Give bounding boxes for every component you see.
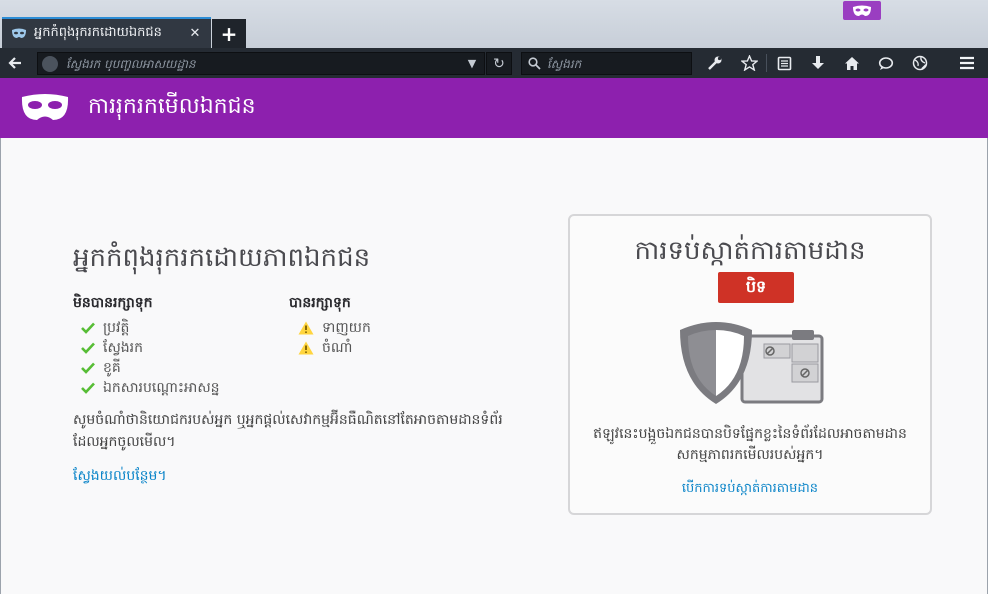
checkmark-icon xyxy=(81,322,95,334)
url-history-dropdown-icon[interactable]: ▼ xyxy=(464,57,480,70)
list-item-label: ខូគី xyxy=(103,359,121,376)
back-arrow-icon xyxy=(8,57,21,69)
warning-icon xyxy=(298,341,314,355)
private-mask-icon xyxy=(10,27,28,41)
checkmark-icon xyxy=(81,342,95,354)
tracking-protection-description: ឥឡូវនេះបង្អួចឯកជនបានបិទផ្នែកខ្លះនៃទំព័រដ… xyxy=(593,426,907,463)
toolbar-icons xyxy=(698,48,937,78)
open-menu-button[interactable] xyxy=(952,48,982,78)
list-item: ខូគី xyxy=(81,358,220,378)
home-icon xyxy=(845,56,859,70)
tracking-protection-button[interactable] xyxy=(903,48,937,78)
saved-heading: បានរក្សាទុក xyxy=(289,295,351,311)
reload-button[interactable]: ↻ xyxy=(486,52,512,75)
list-item-label: ប្រវត្តិ xyxy=(103,319,130,336)
shield-blocking-illustration-icon xyxy=(680,322,824,404)
checkmark-icon xyxy=(81,362,95,374)
list-item-label: ចំណាំ xyxy=(322,339,353,356)
url-bar[interactable]: ▼ xyxy=(37,52,485,75)
list-item: ទាញយក xyxy=(298,318,371,338)
reading-list-button[interactable] xyxy=(767,48,801,78)
page-title: ការរុករកមើលឯកជន xyxy=(88,94,256,119)
not-saved-list: ប្រវត្តិ ស្វែងរក ខូគី ឯកសារបណ្ដោះអាសន្ន xyxy=(81,318,220,398)
list-item: ស្វែងរក xyxy=(81,338,220,358)
new-tab-button[interactable]: + xyxy=(212,19,246,48)
tab-title: អ្នកកំពុងរុករកដោយឯកជន xyxy=(34,25,162,40)
list-item: ចំណាំ xyxy=(298,338,371,358)
download-icon xyxy=(812,56,824,69)
url-input[interactable] xyxy=(66,56,464,71)
home-button[interactable] xyxy=(835,48,869,78)
chat-icon xyxy=(878,56,894,70)
developer-tools-button[interactable] xyxy=(698,48,732,78)
list-item: ឯកសារបណ្ដោះអាសន្ន xyxy=(81,378,220,398)
saved-list: ទាញយក ចំណាំ xyxy=(298,318,371,358)
private-mask-icon xyxy=(21,94,69,120)
back-button[interactable] xyxy=(0,48,30,78)
list-item-label: ទាញយក xyxy=(322,319,371,336)
tracking-globe-icon xyxy=(912,55,928,71)
tab-private-browsing[interactable]: អ្នកកំពុងរុករកដោយឯកជន ✕ xyxy=(2,17,211,48)
tracking-protection-toggle-button[interactable]: បិទ xyxy=(718,272,794,303)
warning-icon xyxy=(298,321,314,335)
reading-list-icon xyxy=(777,56,791,70)
private-browsing-indicator-icon xyxy=(843,1,881,20)
site-identity-icon[interactable] xyxy=(42,55,58,72)
tracking-protection-card: ការទប់ស្កាត់ការតាមដាន បិទ ឥឡូវនេះបង្អួចឯ… xyxy=(568,214,932,515)
chat-button[interactable] xyxy=(869,48,903,78)
tracking-protection-title: ការទប់ស្កាត់ការតាមដាន xyxy=(634,236,866,266)
search-bar[interactable] xyxy=(521,52,692,75)
bookmark-button[interactable] xyxy=(732,48,766,78)
privacy-description: សូមចំណាំថានិយោជករបស់អ្នក ឬអ្នកផ្ដល់សេវាក… xyxy=(73,412,503,450)
list-item-label: ស្វែងរក xyxy=(103,339,143,356)
list-item: ប្រវត្តិ xyxy=(81,318,220,338)
hamburger-menu-icon xyxy=(960,56,974,70)
private-browsing-content: អ្នកកំពុងរុករកដោយភាពឯកជន មិនបានរក្សាទុក … xyxy=(0,138,988,594)
not-saved-heading: មិនបានរក្សាទុក xyxy=(73,295,153,311)
close-tab-icon[interactable]: ✕ xyxy=(187,26,203,41)
checkmark-icon xyxy=(81,382,95,394)
list-item-label: ឯកសារបណ្ដោះអាសន្ន xyxy=(103,379,220,396)
search-icon xyxy=(528,57,541,70)
search-input[interactable] xyxy=(547,56,685,71)
wrench-icon xyxy=(708,56,722,70)
downloads-button[interactable] xyxy=(801,48,835,78)
learn-more-link[interactable]: ស្វែងយល់បន្ថែម។ xyxy=(73,466,167,487)
main-heading: អ្នកកំពុងរុករកដោយភាពឯកជន xyxy=(73,243,371,273)
bookmark-star-icon xyxy=(740,55,758,71)
private-browsing-header: ការរុករកមើលឯកជន xyxy=(0,78,988,138)
turn-on-tracking-protection-link[interactable]: បើកការទប់ស្កាត់ការតាមដាន xyxy=(570,480,930,499)
